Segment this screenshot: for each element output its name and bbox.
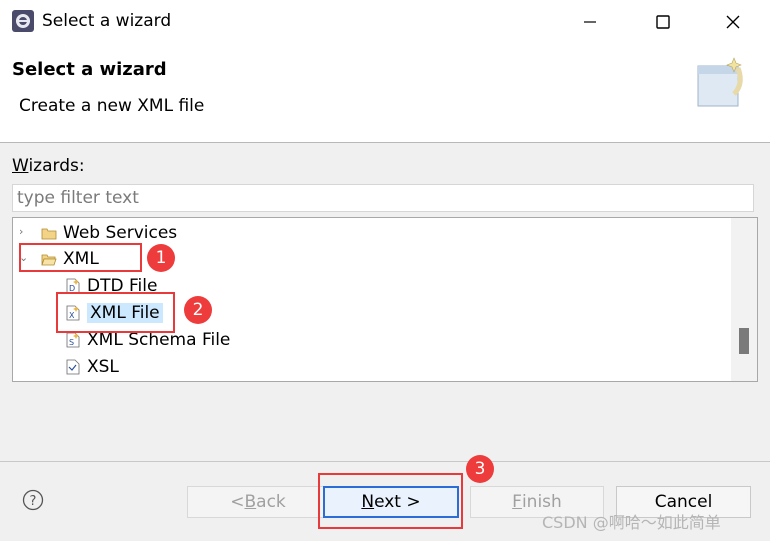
watermark: CSDN @啊哈～如此简单 — [542, 513, 721, 532]
annotation-badge-1: 1 — [147, 244, 175, 272]
close-icon — [726, 15, 740, 29]
title-bar: Select a wizard — [0, 0, 770, 44]
close-button[interactable] — [710, 0, 756, 44]
tree-item-label: XML Schema File — [87, 330, 231, 350]
back-button-label: ack — [256, 492, 286, 512]
finish-button-mnemonic: F — [512, 492, 522, 512]
wizards-label: Wizards: — [12, 156, 85, 176]
folder-icon — [41, 228, 57, 240]
tree-item-xsl[interactable]: XSL — [65, 354, 119, 380]
maximize-button[interactable] — [640, 0, 686, 44]
filter-input[interactable] — [12, 184, 754, 212]
minimize-icon — [584, 21, 596, 23]
wizard-banner: Select a wizard Create a new XML file — [0, 44, 770, 143]
xsl-file-icon — [66, 359, 80, 375]
tree-item-label: Web Services — [63, 223, 178, 243]
annotation-box-xml — [19, 243, 142, 272]
annotation-box-next — [318, 473, 463, 529]
annotation-badge-2: 2 — [184, 296, 212, 324]
maximize-icon — [656, 15, 670, 29]
tree-scrollbar-thumb[interactable] — [739, 328, 749, 354]
wizard-dialog: Select a wizard Select a wizard Create a… — [0, 0, 770, 541]
svg-text:?: ? — [30, 494, 37, 509]
annotation-badge-3: 3 — [466, 455, 494, 483]
window-title: Select a wizard — [42, 11, 172, 31]
xml-schema-file-icon: S — [66, 332, 80, 348]
eclipse-app-icon — [12, 10, 34, 32]
wizards-label-mnemonic: W — [12, 156, 29, 176]
minimize-button[interactable] — [567, 0, 613, 44]
wizards-label-text: izards: — [28, 156, 85, 176]
back-button-prefix: < — [230, 492, 245, 512]
banner-description: Create a new XML file — [19, 96, 205, 116]
button-bar-separator — [0, 461, 770, 462]
tree-scrollbar[interactable] — [731, 218, 757, 381]
svg-text:S: S — [69, 338, 74, 347]
back-button[interactable]: < Back — [187, 486, 329, 518]
back-button-mnemonic: B — [244, 492, 257, 512]
tree-item-label: XSL — [87, 357, 119, 377]
annotation-box-xml-file — [56, 292, 175, 333]
help-icon[interactable]: ? — [22, 489, 44, 511]
banner-title: Select a wizard — [12, 59, 167, 80]
wizard-banner-icon — [697, 57, 743, 107]
chevron-right-icon[interactable]: › — [19, 225, 23, 238]
